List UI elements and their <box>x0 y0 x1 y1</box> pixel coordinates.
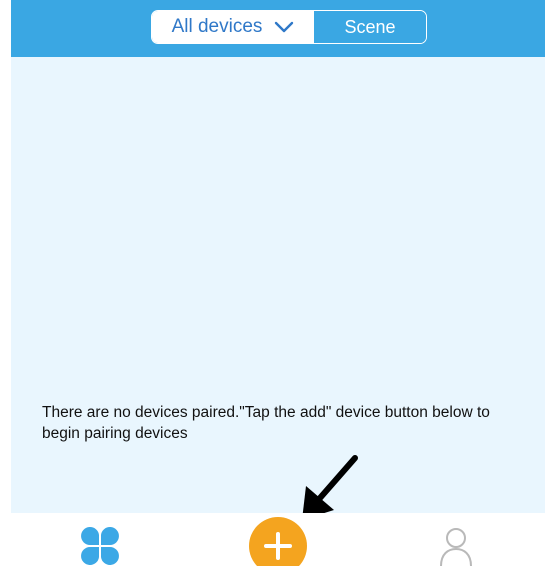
device-list-screen: All devices Scene There are no devices p… <box>0 0 546 566</box>
add-icon <box>264 532 292 560</box>
bottom-navigation <box>11 513 545 566</box>
tab-scene[interactable]: Scene <box>314 11 426 43</box>
empty-state-message: There are no devices paired."Tap the add… <box>42 404 490 442</box>
add-device-button[interactable] <box>249 517 307 566</box>
tab-all-devices-label: All devices <box>171 16 263 37</box>
four-leaf-home-icon[interactable] <box>79 526 121 566</box>
top-bar: All devices Scene <box>11 0 545 57</box>
tab-scene-label: Scene <box>344 16 396 37</box>
tab-all-devices[interactable]: All devices <box>152 11 314 43</box>
view-switcher: All devices Scene <box>151 10 427 44</box>
user-profile-icon[interactable] <box>438 526 474 566</box>
chevron-down-icon <box>275 21 294 33</box>
device-list-area: There are no devices paired."Tap the add… <box>11 57 545 513</box>
